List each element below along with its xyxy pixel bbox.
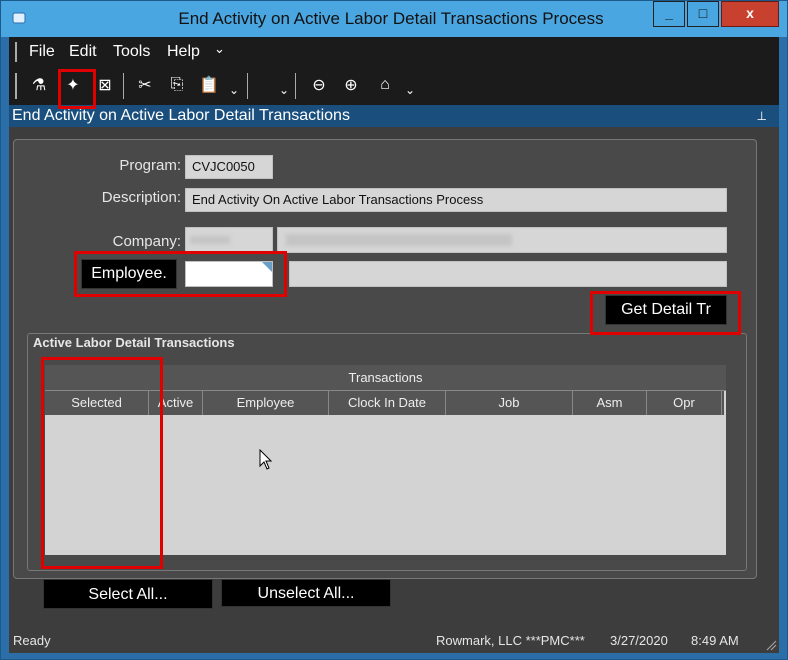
status-date: 3/27/2020 — [610, 633, 668, 648]
redacted-text — [190, 236, 230, 244]
paste-icon[interactable]: 📋 — [197, 73, 221, 97]
unselect-all-button[interactable]: Unselect All... — [221, 579, 391, 607]
status-bar: Ready Rowmark, LLC ***PMC*** 3/27/2020 8… — [9, 627, 779, 653]
menu-edit[interactable]: Edit — [69, 43, 97, 61]
back-icon[interactable]: ⊖ — [307, 73, 331, 97]
select-all-button[interactable]: Select All... — [43, 579, 213, 609]
status-ready: Ready — [13, 633, 51, 648]
nav-dropdown-icon[interactable]: ⌄ — [405, 83, 415, 97]
menu-help[interactable]: Help — [167, 43, 200, 61]
toolbar-dropdown-icon[interactable]: ⌄ — [279, 83, 289, 97]
app-icon — [12, 12, 26, 24]
program-field[interactable]: CVJC0050 — [185, 155, 273, 179]
highlight-new-icon — [58, 69, 96, 109]
toolbar-separator — [247, 73, 248, 99]
status-time: 8:49 AM — [691, 633, 739, 648]
forward-icon[interactable]: ⊕ — [339, 73, 363, 97]
title-bar[interactable]: End Activity on Active Labor Detail Tran… — [1, 1, 787, 37]
clear-icon[interactable]: ⚗ — [27, 73, 51, 97]
employee-name-field — [289, 261, 727, 287]
resize-grip-icon[interactable] — [765, 639, 777, 651]
app-window: End Activity on Active Labor Detail Tran… — [0, 0, 788, 660]
group-title: Active Labor Detail Transactions — [33, 335, 235, 350]
menu-overflow-icon[interactable]: ⌄ — [214, 41, 225, 57]
company-name-field — [277, 227, 727, 253]
window-title: End Activity on Active Labor Detail Tran… — [178, 9, 604, 28]
cut-icon[interactable]: ✂ — [133, 73, 157, 97]
company-label: Company: — [112, 233, 181, 250]
highlight-employee — [74, 251, 287, 297]
redacted-text — [286, 234, 512, 246]
minimize-button[interactable]: _ — [653, 1, 685, 27]
toolbar-separator — [295, 73, 296, 99]
save-icon[interactable]: ⊠ — [93, 73, 117, 97]
company-id-field[interactable] — [185, 227, 273, 253]
highlight-get-detail — [590, 291, 741, 335]
menubar-grip[interactable] — [15, 42, 17, 62]
col-asm[interactable]: Asm — [573, 391, 647, 415]
col-employee[interactable]: Employee — [203, 391, 329, 415]
description-field[interactable]: End Activity On Active Labor Transaction… — [185, 188, 727, 212]
toolbar-grip[interactable] — [15, 73, 17, 99]
home-icon[interactable]: ⌂ — [373, 73, 397, 97]
close-button[interactable]: x — [721, 1, 779, 27]
menu-bar: File Edit Tools Help ⌄ — [9, 37, 779, 67]
pin-icon[interactable]: ⊥ — [757, 105, 767, 127]
col-opr[interactable]: Opr — [647, 391, 722, 415]
col-job[interactable]: Job — [446, 391, 573, 415]
panel-title: End Activity on Active Labor Detail Tran… — [12, 107, 350, 124]
maximize-button[interactable]: □ — [687, 1, 719, 27]
menu-file[interactable]: File — [29, 43, 55, 61]
description-label: Description: — [101, 189, 181, 206]
toolbar-separator — [123, 73, 124, 99]
toolbar: ⚗ ✦ ⊠ ✂ ⎘ 📋 ⌄ ⌄ ⊖ ⊕ ⌂ ⌄ — [9, 67, 779, 105]
program-label: Program: — [119, 157, 181, 174]
copy-icon[interactable]: ⎘ — [165, 73, 189, 97]
col-clock-in-date[interactable]: Clock In Date — [329, 391, 446, 415]
mouse-cursor-icon — [259, 449, 273, 470]
panel-header: End Activity on Active Labor Detail Tran… — [9, 105, 779, 127]
menu-tools[interactable]: Tools — [113, 43, 150, 61]
paste-dropdown-icon[interactable]: ⌄ — [229, 83, 239, 97]
highlight-selected-column — [41, 357, 163, 569]
status-company: Rowmark, LLC ***PMC*** — [436, 633, 585, 648]
